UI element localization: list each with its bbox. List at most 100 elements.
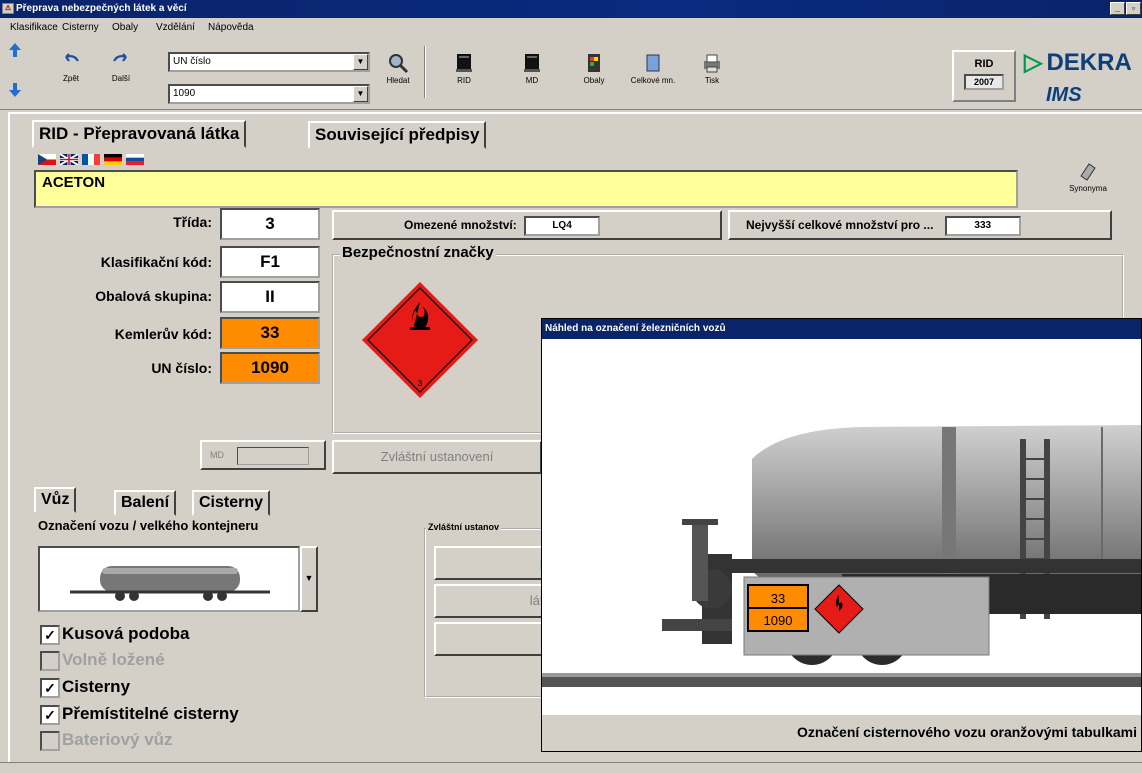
- minimize-button[interactable]: _: [1110, 2, 1125, 15]
- special-provisions-group-title: Zvláštní ustanov: [426, 522, 502, 532]
- maximize-button[interactable]: ▫: [1126, 2, 1141, 15]
- search-value-input[interactable]: 1090 ▼: [168, 84, 370, 104]
- flag-de-icon[interactable]: [104, 154, 122, 165]
- menu-klasifikace[interactable]: Klasifikace: [10, 22, 58, 33]
- tab-packaging[interactable]: Balení: [114, 490, 177, 516]
- total-quantity-button[interactable]: Celkové mn.: [630, 52, 676, 85]
- packaging-icon: [588, 54, 600, 72]
- kemler-code-label: Kemlerův kód:: [114, 326, 212, 342]
- un-number-label: UN číslo:: [151, 360, 212, 376]
- packing-group-label: Obalová skupina:: [95, 288, 212, 304]
- chevron-down-icon[interactable]: ▼: [300, 546, 318, 612]
- md-field: MD: [200, 440, 326, 470]
- vehicle-marking-select[interactable]: [38, 546, 300, 612]
- substance-name-field: ACETON: [34, 170, 1018, 208]
- menu-obaly[interactable]: Obaly: [112, 22, 138, 33]
- tab-rid-substance[interactable]: RID - Přepravovaná látka: [32, 120, 247, 148]
- flammable-diamond-icon: 3: [362, 282, 478, 398]
- packing-group-value: II: [220, 281, 320, 313]
- chevron-down-icon[interactable]: ▼: [353, 54, 368, 70]
- synonyms-button[interactable]: Synonyma: [1058, 160, 1118, 193]
- safety-signs-title: Bezpečnostní značky: [340, 244, 496, 261]
- ims-logo: IMS: [1046, 84, 1082, 106]
- rid-button[interactable]: RID: [446, 52, 482, 85]
- checkbox-icon[interactable]: ✓: [40, 624, 60, 645]
- flag-uk-icon[interactable]: [60, 154, 78, 165]
- un-number-value: 1090: [220, 352, 320, 384]
- checkbox-icon: [40, 730, 60, 751]
- limited-quantity-panel: Omezené množství: LQ4: [332, 210, 722, 240]
- menu-cisterny[interactable]: Cisterny: [62, 22, 99, 33]
- forward-label: Další: [111, 74, 131, 83]
- tab-wagon[interactable]: Vůz: [34, 487, 77, 513]
- rid-version-label: RID: [974, 58, 994, 70]
- arrow-up-icon[interactable]: [8, 42, 22, 58]
- print-label: Tisk: [704, 76, 720, 85]
- search-type-select[interactable]: UN číslo ▼: [168, 52, 370, 72]
- dekra-logo: ▷ DEKRA: [1024, 49, 1132, 76]
- checkbox-icon: [40, 650, 60, 671]
- tank-wagon-image: 33 1090: [542, 339, 1142, 713]
- window-title-bar: ⚠ Přeprava nebezpečných látek a věcí _ ▫: [0, 0, 1142, 18]
- max-total-quantity-label: Nejvyšší celkové množství pro ...: [746, 218, 934, 232]
- document-icon: [646, 54, 660, 72]
- tab-tanks[interactable]: Cisterny: [192, 490, 271, 516]
- checkbox-icon[interactable]: ✓: [40, 704, 60, 725]
- arrow-down-icon[interactable]: [8, 82, 22, 98]
- rid-label: RID: [457, 76, 471, 85]
- special-provisions-button[interactable]: Zvláštní ustanovení: [332, 440, 542, 474]
- menu-vzdelani[interactable]: Vzdělání: [156, 22, 195, 33]
- vehicle-marking-label: Označení vozu / velkého kontejneru: [38, 518, 259, 533]
- check-piece-form[interactable]: ✓ Kusová podoba: [40, 624, 190, 645]
- preview-plate-bottom: 1090: [764, 613, 793, 628]
- class-value: 3: [220, 208, 320, 240]
- check-portable-tanks[interactable]: ✓ Přemístitelné cisterny: [40, 704, 239, 725]
- rid-version-box: RID 2007: [952, 50, 1016, 102]
- classification-code-value: F1: [220, 246, 320, 278]
- search-icon: [389, 54, 409, 74]
- search-button[interactable]: Hledat: [380, 52, 416, 85]
- menu-napoveda[interactable]: Nápověda: [208, 22, 254, 33]
- undo-icon: [65, 53, 79, 62]
- flag-sk-icon[interactable]: [126, 154, 144, 165]
- window-title: Přeprava nebezpečných látek a věcí: [16, 3, 187, 14]
- md-button[interactable]: MD: [514, 52, 550, 85]
- chevron-down-icon[interactable]: ▼: [353, 86, 368, 102]
- status-bar: [0, 762, 1142, 773]
- diamond-class-number: 3: [418, 379, 423, 388]
- md-label: MD: [210, 450, 224, 460]
- back-label: Zpět: [62, 74, 79, 83]
- preview-caption: Označení cisternového vozu oranžovými ta…: [542, 713, 1141, 751]
- check-bulk: Volně ložené: [40, 650, 165, 671]
- flag-fr-icon[interactable]: [82, 154, 100, 165]
- packaging-button[interactable]: Obaly: [576, 52, 612, 85]
- substance-name: ACETON: [42, 174, 106, 191]
- check-tanks[interactable]: ✓ Cisterny: [40, 677, 130, 698]
- search-value: 1090: [173, 88, 196, 99]
- special-button-1[interactable]: pl: [434, 546, 554, 580]
- limited-quantity-value: LQ4: [524, 215, 601, 236]
- special-button-3[interactable]: [434, 622, 554, 656]
- wagon-marking-preview-window: Náhled na označení železničních vozů 33 …: [541, 318, 1142, 752]
- limited-quantity-label: Omezené množství:: [404, 218, 517, 232]
- special-button-2[interactable]: látk: [434, 584, 554, 618]
- book-icon: [456, 54, 472, 72]
- check-battery-wagon: Bateriový vůz: [40, 730, 173, 751]
- tank-wagon-thumbnail: [70, 566, 270, 601]
- tab-related-regulations[interactable]: Související předpisy: [308, 121, 487, 149]
- md-value: [236, 446, 309, 465]
- checkbox-icon[interactable]: ✓: [40, 677, 60, 698]
- back-button[interactable]: Zpět: [54, 50, 88, 83]
- max-total-quantity-value: 333: [944, 215, 1021, 236]
- print-button[interactable]: Tisk: [694, 52, 730, 85]
- search-label: Hledat: [386, 76, 410, 85]
- rid-version-year: 2007: [964, 74, 1004, 90]
- class-label: Třída:: [173, 214, 212, 230]
- kemler-code-value: 33: [220, 317, 320, 349]
- forward-button[interactable]: Další: [104, 50, 138, 83]
- menu-bar: Klasifikace Cisterny Obaly Vzdělání Nápo…: [0, 18, 1142, 38]
- flag-cz-icon[interactable]: [38, 154, 56, 165]
- redo-icon: [113, 53, 127, 62]
- packaging-label: Obaly: [583, 76, 605, 85]
- synonyms-label: Synonyma: [1069, 184, 1107, 193]
